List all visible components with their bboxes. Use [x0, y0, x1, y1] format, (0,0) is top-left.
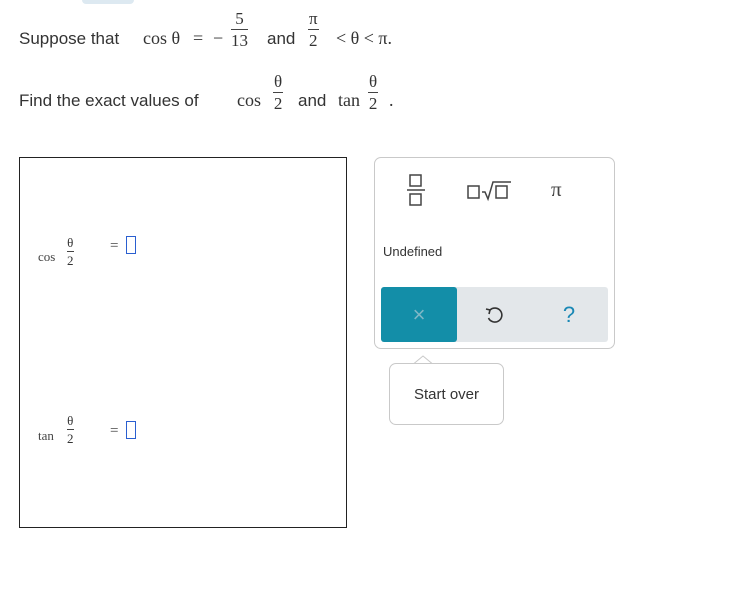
fraction-5-13: 5 13 [231, 10, 248, 49]
cos-label: cos [237, 90, 261, 110]
undo-button[interactable] [480, 302, 508, 330]
minus-sign: − [213, 28, 224, 48]
close-icon: × [412, 301, 426, 327]
fraction-numerator: 5 [235, 9, 244, 28]
answer-cos-fraction: θ 2 [67, 236, 74, 267]
help-icon: ? [562, 302, 576, 327]
fraction-denominator: 2 [368, 94, 378, 113]
period: . [389, 90, 394, 110]
find-values-text: Find the exact values of [19, 91, 199, 110]
and-text: and [267, 29, 296, 48]
fraction-denominator: 13 [231, 31, 248, 50]
answer-tan-label: tan [38, 428, 54, 443]
fraction-numerator: θ [67, 235, 74, 250]
undefined-button[interactable]: Undefined [383, 244, 442, 259]
clear-button[interactable]: × [381, 287, 457, 342]
help-button[interactable]: ? [554, 300, 584, 330]
fraction-icon [407, 174, 425, 206]
answer-tan-input[interactable] [126, 421, 136, 439]
equals-sign: = [110, 238, 119, 254]
tan-label: tan [338, 90, 360, 110]
fraction-denominator: 2 [67, 431, 74, 446]
answer-box [19, 157, 347, 528]
tooltip-label: Start over [413, 385, 480, 403]
start-over-tooltip: Start over [389, 363, 504, 425]
fraction-numerator: θ [369, 72, 378, 91]
fraction-denominator: 2 [273, 94, 283, 113]
top-tab[interactable] [82, 0, 134, 4]
answer-tan-fraction: θ 2 [67, 414, 74, 445]
equals-sign: = [110, 423, 119, 439]
and-text: and [298, 91, 327, 110]
fraction-denominator: 2 [67, 253, 74, 268]
fraction-theta-2: θ 2 [273, 72, 284, 113]
fraction-numerator: π [309, 9, 318, 28]
problem-lead-text: Suppose that [19, 29, 120, 48]
undo-icon [485, 307, 503, 323]
fraction-numerator: θ [67, 413, 74, 428]
equals-sign: = [193, 28, 204, 48]
square-root-icon [467, 181, 511, 202]
fraction-pi-2: π 2 [308, 10, 319, 49]
pi-button[interactable]: π [551, 177, 562, 202]
cos-theta: cos θ [143, 28, 181, 48]
nth-root-button[interactable] [467, 180, 513, 202]
fraction-theta-2: θ 2 [368, 72, 379, 113]
fraction-denominator: 2 [309, 31, 318, 50]
answer-cos-label: cos [38, 249, 56, 264]
fraction-button[interactable] [405, 173, 427, 207]
inequality: < θ < π. [336, 28, 393, 48]
fraction-numerator: θ [274, 72, 283, 91]
answer-cos-input[interactable] [126, 236, 136, 254]
